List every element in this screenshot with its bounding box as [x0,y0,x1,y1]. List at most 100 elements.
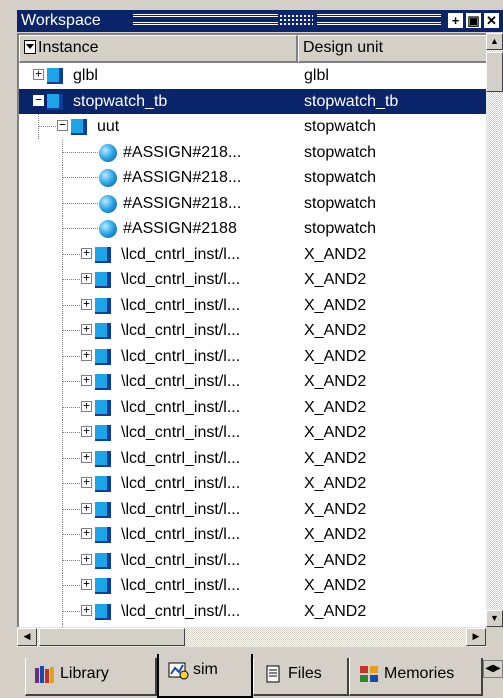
tree-row[interactable]: + \lcd_cntrl_inst/l... X_AND2 [19,522,489,548]
design-unit-name: X_AND2 [304,475,367,492]
tree-row[interactable]: + \lcd_cntrl_inst/l... X_AND2 [19,471,489,497]
workspace-tabs: Library sim Files Memories ◀▶ [17,652,503,698]
instance-name: \lcd_cntrl_inst/l... [121,347,241,365]
tree-row[interactable]: + \lcd_cntrl_inst/l... X_AND2 [19,318,489,344]
tree-row[interactable]: + \lcd_cntrl_inst/l... X_AND2 [19,292,489,319]
column-header-design-unit[interactable]: Design unit [298,35,490,63]
vertical-scroll-thumb[interactable] [486,52,503,92]
sort-arrow-icon[interactable] [24,39,36,54]
tree-row[interactable]: #ASSIGN#218... stopwatch [19,190,489,217]
instance-icon [95,552,111,569]
expand-icon[interactable]: + [81,298,92,310]
instance-name: #ASSIGN#218... [123,194,242,212]
tree-row[interactable]: #ASSIGN#218... stopwatch [19,165,489,191]
design-unit-name: X_AND2 [304,424,367,441]
instance-icon [95,578,111,594]
instance-name: \lcd_cntrl_inst/l... [121,500,241,518]
undock-button[interactable]: ▣ [466,13,481,28]
tab-scroll-button[interactable]: ◀▶ [483,660,503,678]
instance-tree-panel[interactable]: Instance Design unit + glbl glbl − stopwatch… [17,33,503,627]
instance-name: \lcd_cntrl_inst/l... [121,577,241,594]
expand-icon[interactable]: + [81,527,92,539]
instance-name: \lcd_cntrl_inst/l... [121,602,241,620]
expand-icon[interactable]: + [81,400,92,412]
horizontal-scroll-thumb[interactable] [39,628,185,646]
design-unit-name: X_AND2 [304,602,367,620]
expand-icon[interactable]: + [33,68,44,80]
expand-icon[interactable]: + [81,578,92,590]
expand-icon[interactable]: + [81,553,92,565]
horizontal-scrollbar[interactable]: ◀ ▶ [17,627,486,647]
scroll-up-button[interactable]: ▲ [486,33,503,50]
design-unit-name: X_AND2 [304,398,367,416]
tree-row[interactable]: − stopwatch_tb stopwatch_tb [19,88,489,114]
tab-files[interactable]: Files [253,658,349,696]
tree-row[interactable]: + \lcd_cntrl_inst/l... X_AND2 [19,445,489,472]
instance-icon [95,246,111,263]
tree-row[interactable]: #ASSIGN#218... stopwatch [19,139,489,166]
instance-name: \lcd_cntrl_inst/l... [121,551,241,569]
collapse-icon[interactable]: − [57,119,68,131]
library-icon [34,664,56,684]
design-unit-name: stopwatch [304,118,377,135]
expand-icon[interactable]: + [81,425,92,437]
expand-icon[interactable]: + [81,451,92,463]
collapse-icon[interactable]: − [33,94,44,106]
tree-row[interactable]: + \lcd_cntrl_inst/l... X_AND2 [19,496,489,523]
instance-name: glbl [73,67,98,84]
tree-row[interactable]: + \lcd_cntrl_inst/l... X_AND2 [19,267,489,293]
tree-row[interactable]: + \lcd_cntrl_inst/l... X_AND2 [19,394,489,421]
scroll-right-button[interactable]: ▶ [466,628,486,646]
process-icon [99,169,117,187]
design-unit-name: X_AND2 [304,245,367,263]
dock-button[interactable]: + [448,13,463,28]
expand-icon[interactable]: + [81,349,92,361]
expand-icon[interactable]: + [81,247,92,259]
design-unit-name: X_AND2 [304,347,367,365]
expand-icon[interactable]: + [81,374,92,386]
column-header-instance[interactable]: Instance [19,35,298,63]
scroll-down-button[interactable]: ▼ [486,610,503,627]
instance-name: \lcd_cntrl_inst/l... [121,296,241,314]
column-header-instance-label: Instance [38,39,99,56]
design-unit-name: stopwatch [304,169,377,186]
expand-icon[interactable]: + [81,476,92,488]
tab-library[interactable]: Library [25,658,157,696]
tree-row[interactable]: + \lcd_cntrl_inst/l... X_AND2 [19,573,489,599]
tree-row[interactable]: + \lcd_cntrl_inst/l... X_AND2 [19,241,489,268]
tree-row[interactable]: #ASSIGN#2188 stopwatch [19,216,489,242]
instance-icon [95,603,111,620]
instance-icon [95,501,111,518]
design-unit-name: X_AND2 [304,322,367,339]
tree-rows: + glbl glbl − stopwatch_tb stopwatch_tb − uut st… [19,63,489,627]
design-unit-name: X_AND2 [304,500,367,518]
instance-name: \lcd_cntrl_inst/l... [121,424,241,441]
instance-icon [47,93,63,110]
tree-row[interactable]: + \lcd_cntrl_inst/l... X_AND2 [19,369,489,395]
title-grip [133,14,278,25]
expand-icon[interactable]: + [81,272,92,284]
scroll-left-button[interactable]: ◀ [17,628,37,646]
tree-row[interactable]: + \lcd_cntrl_inst/l... X_AND2 [19,420,489,446]
expand-icon[interactable]: + [81,323,92,335]
design-unit-name: X_AND2 [304,296,367,314]
tree-row[interactable]: − uut stopwatch [19,114,489,140]
expand-icon[interactable]: + [81,604,92,616]
tree-row[interactable]: + glbl glbl [19,63,489,89]
tab-sim[interactable]: sim [157,654,253,698]
title-grip-dots [279,14,313,26]
close-button[interactable]: ✕ [484,13,499,28]
tab-memories-label: Memories [384,665,455,682]
tree-row[interactable]: + \lcd_cntrl_inst/l... X_AND2 [19,547,489,574]
tab-memories[interactable]: Memories [349,658,483,696]
tree-row[interactable]: + \lcd_cntrl_inst/l... X_AND2 [19,343,489,370]
vertical-scrollbar[interactable]: ▲ ▼ [486,33,503,627]
instance-icon [95,348,111,365]
instance-name: #ASSIGN#2188 [123,220,237,237]
workspace-titlebar[interactable]: Workspace + ▣ ✕ [17,10,503,32]
design-unit-name: stopwatch_tb [304,92,399,110]
expand-icon[interactable]: + [81,502,92,514]
tree-row[interactable]: + \lcd_cntrl_inst/l... X_AND2 [19,598,489,625]
design-unit-name: stopwatch [304,194,377,212]
process-icon [99,143,117,162]
